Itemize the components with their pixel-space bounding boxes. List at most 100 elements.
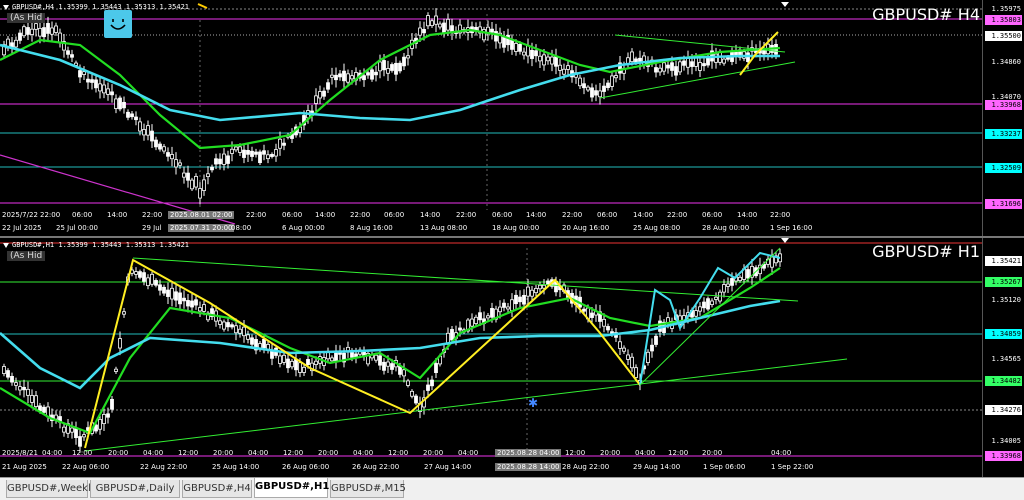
candle	[610, 75, 614, 87]
candle	[650, 344, 654, 352]
candle	[406, 55, 410, 59]
candle	[26, 27, 30, 35]
candle	[446, 18, 450, 31]
chart-h4[interactable]: GBPUSD#,H4 1.35399 1.35443 1.35313 1.354…	[0, 0, 1024, 236]
candle	[402, 56, 406, 67]
time-axis-label: 20:00	[108, 449, 129, 457]
candle	[350, 75, 354, 80]
time-axis-label: 22:00	[40, 211, 61, 219]
candle	[18, 386, 22, 391]
candle	[30, 28, 34, 35]
candle	[770, 256, 774, 268]
candle	[530, 289, 534, 297]
chart-h1-collapse-arrow-icon[interactable]	[3, 243, 9, 248]
candle	[350, 351, 354, 358]
chart-tab[interactable]: GBPUSD#,Weekly	[6, 480, 97, 498]
chart-tab[interactable]: GBPUSD#,H1	[254, 478, 329, 498]
candle	[134, 116, 138, 121]
candle	[162, 286, 166, 294]
candle	[722, 284, 726, 293]
chart-h4-collapse-arrow-icon[interactable]	[3, 5, 9, 10]
candle	[430, 379, 434, 387]
date-axis-label: 8 Aug 16:00	[350, 224, 393, 232]
candle	[206, 173, 210, 178]
candle	[594, 90, 598, 96]
candle	[306, 359, 310, 365]
chart-h4-price-axis[interactable]: 1.35975 1.35803 1.35500 1.34860 1.34070 1.339…	[982, 0, 1024, 236]
candle	[122, 311, 126, 315]
candle	[166, 152, 170, 157]
expert-advisor-smiley-icon[interactable]	[104, 10, 132, 38]
candle	[186, 172, 190, 181]
time-axis-label: 2025.08.28 04:00	[495, 449, 562, 457]
candle	[602, 85, 606, 92]
candle	[326, 82, 330, 90]
candle	[582, 83, 586, 89]
candle	[122, 101, 126, 109]
time-axis-label: 06:00	[597, 211, 618, 219]
candle	[378, 61, 382, 72]
chart-tab[interactable]: GBPUSD#,Daily	[90, 480, 180, 498]
chart-h4-price-label: 1.33237	[985, 129, 1022, 139]
candle	[522, 51, 526, 56]
candle	[266, 154, 270, 160]
candle	[202, 304, 206, 312]
candle	[86, 78, 90, 83]
trend-line-lower	[84, 358, 848, 452]
chart-h1-symbol: GBPUSD# H1	[872, 242, 980, 261]
candle	[518, 43, 522, 52]
candle	[450, 329, 454, 341]
candle	[110, 398, 114, 410]
chart-h1-price-axis[interactable]: 1.35421 1.35267 1.35120 1.34859 1.34565 1.344…	[982, 238, 1024, 477]
time-axis-label: 06:00	[282, 211, 303, 219]
candle	[238, 328, 242, 334]
candle	[334, 74, 338, 81]
candle	[474, 316, 478, 324]
candle	[118, 97, 122, 110]
chart-shift-marker-icon[interactable]	[781, 238, 789, 243]
trend-line-upper	[132, 257, 799, 302]
candle	[510, 39, 514, 50]
candle	[102, 84, 106, 94]
date-axis-label: 08:00	[231, 224, 252, 232]
candle	[626, 354, 630, 360]
chart-tab[interactable]: GBPUSD#,M15	[330, 480, 406, 498]
candle	[114, 368, 118, 372]
candle	[438, 23, 442, 28]
candle	[134, 271, 138, 275]
chart-shift-marker-icon[interactable]	[781, 2, 789, 7]
candle	[430, 20, 434, 27]
candle	[598, 90, 602, 98]
time-axis-label: 04:00	[458, 449, 479, 457]
candle	[14, 382, 18, 386]
candle	[246, 334, 250, 340]
candle	[730, 278, 734, 286]
date-axis-label: 6 Aug 00:00	[282, 224, 325, 232]
candle	[174, 291, 178, 301]
candle	[302, 366, 306, 373]
candle	[150, 130, 154, 142]
candle	[694, 310, 698, 317]
candle	[42, 406, 46, 413]
candle	[378, 355, 382, 366]
candle	[222, 153, 226, 165]
candle	[94, 79, 98, 89]
candle	[106, 413, 110, 418]
candle	[590, 312, 594, 318]
chart-tab[interactable]: GBPUSD#,H4	[182, 480, 252, 498]
moving-average-slow	[0, 299, 781, 390]
date-axis-label: 26 Aug 06:00	[282, 463, 330, 471]
candle	[158, 143, 162, 150]
candle	[330, 74, 334, 78]
chart-h1-price-label: 1.33968	[985, 451, 1022, 461]
date-axis-label: 22 Aug 06:00	[62, 463, 110, 471]
candle	[282, 142, 286, 146]
candle	[230, 148, 234, 154]
candle	[70, 54, 74, 58]
chart-h1-canvas: ✱	[0, 242, 983, 457]
time-axis-label: 14:00	[315, 211, 336, 219]
date-axis-label: 25 Aug 08:00	[633, 224, 681, 232]
time-axis-label: 22:00	[562, 211, 583, 219]
chart-h1[interactable]: ✱ GBPUSD#,H1 1.35399 1.35443 1.35313 1.3…	[0, 238, 1024, 477]
candle	[494, 31, 498, 42]
